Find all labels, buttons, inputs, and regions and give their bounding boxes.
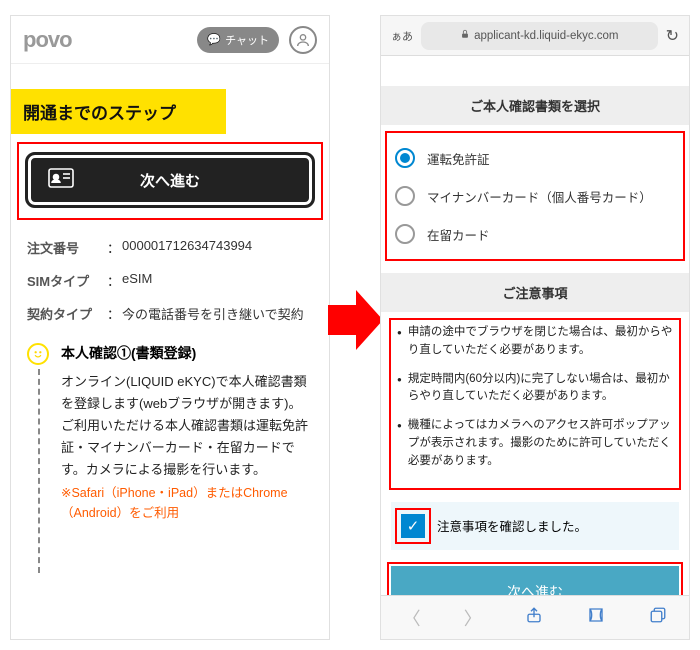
tabs-icon[interactable] xyxy=(649,606,667,629)
step-item: 本人確認①(書類登録) オンライン(LIQUID eKYC)で本人確認書類を登録… xyxy=(27,343,313,523)
next-button-label: 次へ進む xyxy=(140,170,200,191)
radio-option-residence[interactable]: 在留カード xyxy=(391,215,679,253)
avatar-icon[interactable] xyxy=(289,26,317,54)
next-card: 次へ進む xyxy=(25,152,315,208)
note-item: 規定時間内(60分以内)に完了しない場合は、最初からやり直していただく必要があり… xyxy=(397,371,673,407)
url-field[interactable]: applicant-kd.liquid-ekyc.com xyxy=(421,22,658,50)
step-body: オンライン(LIQUID eKYC)で本人確認書類を登録します(webブラウザが… xyxy=(61,371,313,481)
note-item: 機種によってはカメラへのアクセス許可ポップアップが表示されます。撮影のために許可… xyxy=(397,417,673,470)
order-number-label: 注文番号 xyxy=(27,238,107,257)
radio-icon xyxy=(395,224,415,244)
sim-type-value: eSIM xyxy=(122,271,313,290)
confirm-row[interactable]: ✓ 注意事項を確認しました。 xyxy=(391,502,679,550)
dashed-line xyxy=(38,369,40,573)
phone-left: povo 💬 チャット 開通までのステップ 次へ進む 注文番号 ： 000001… xyxy=(10,15,330,640)
reload-icon[interactable]: ↻ xyxy=(666,26,679,46)
section-header: ご注意事項 xyxy=(381,273,689,312)
radio-icon xyxy=(395,186,415,206)
logo: povo xyxy=(23,27,72,53)
section-header: ご本人確認書類を選択 xyxy=(381,86,689,125)
lock-icon xyxy=(460,29,470,42)
id-card-icon xyxy=(48,168,74,192)
notes-list: 申請の途中でブラウザを閉じた場合は、最初からやり直していただく必要があります。 … xyxy=(381,312,689,494)
order-row: 契約タイプ ： 今の電話番号を引き継いで契約 xyxy=(27,304,313,323)
order-number-value: 000001712634743994 xyxy=(122,238,313,257)
address-bar: ぁあ applicant-kd.liquid-ekyc.com ↻ xyxy=(381,16,689,56)
radio-icon xyxy=(395,148,415,168)
radio-label: マイナンバーカード（個人番号カード） xyxy=(427,187,652,206)
smiley-icon xyxy=(27,343,49,365)
arrow-icon xyxy=(328,290,383,350)
confirm-label: 注意事項を確認しました。 xyxy=(437,516,587,535)
contract-type-label: 契約タイプ xyxy=(27,304,107,323)
next-button[interactable]: 次へ進む xyxy=(25,152,315,208)
contract-type-value: 今の電話番号を引き継いで契約 xyxy=(122,304,313,323)
step-title: 本人確認①(書類登録) xyxy=(61,343,313,363)
radio-option-license[interactable]: 運転免許証 xyxy=(391,139,679,177)
app-header: povo 💬 チャット xyxy=(11,16,329,64)
chat-button[interactable]: 💬 チャット xyxy=(197,27,279,53)
bookmarks-icon[interactable] xyxy=(586,606,606,629)
forward-icon[interactable]: 〉 xyxy=(464,605,482,631)
text-size-button[interactable]: ぁあ xyxy=(391,28,413,44)
radio-option-mynumber[interactable]: マイナンバーカード（個人番号カード） xyxy=(391,177,679,215)
radio-label: 在留カード xyxy=(427,225,490,244)
order-row: 注文番号 ： 000001712634743994 xyxy=(27,238,313,257)
share-icon[interactable] xyxy=(525,605,543,630)
order-table: 注文番号 ： 000001712634743994 SIMタイプ ： eSIM … xyxy=(27,238,313,323)
phone-right: ぁあ applicant-kd.liquid-ekyc.com ↻ ご本人確認書… xyxy=(380,15,690,640)
chat-icon: 💬 xyxy=(207,33,221,46)
note-item: 申請の途中でブラウザを閉じた場合は、最初からやり直していただく必要があります。 xyxy=(397,324,673,360)
step-warning: ※Safari（iPhone・iPad）またはChrome（Android）をご… xyxy=(61,483,313,523)
radio-group: 運転免許証 マイナンバーカード（個人番号カード） 在留カード xyxy=(381,125,689,267)
chat-label: チャット xyxy=(225,32,269,48)
order-row: SIMタイプ ： eSIM xyxy=(27,271,313,290)
step-banner: 開通までのステップ xyxy=(11,89,226,134)
url-text: applicant-kd.liquid-ekyc.com xyxy=(474,30,618,42)
sim-type-label: SIMタイプ xyxy=(27,271,107,290)
checkbox-icon: ✓ xyxy=(401,514,425,538)
back-icon[interactable]: 〈 xyxy=(403,605,421,631)
radio-label: 運転免許証 xyxy=(427,149,490,168)
browser-bottom-bar: 〈 〉 xyxy=(381,595,689,639)
